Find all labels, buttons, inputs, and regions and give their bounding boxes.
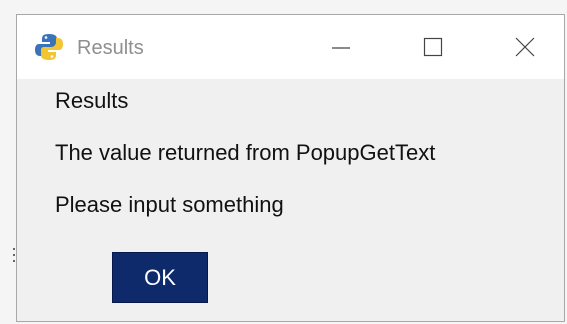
resize-grip xyxy=(13,248,15,262)
message-text: The value returned from PopupGetText xyxy=(55,140,436,165)
results-heading: Results xyxy=(55,88,129,113)
title-bar[interactable]: Results xyxy=(17,15,564,79)
minimize-button[interactable] xyxy=(313,15,369,79)
ok-button[interactable]: OK xyxy=(112,252,208,303)
python-icon xyxy=(34,32,64,62)
close-icon xyxy=(515,37,535,57)
minimize-icon xyxy=(332,47,350,49)
returned-value-text: Please input something xyxy=(55,192,284,217)
results-dialog: Results xyxy=(16,14,565,322)
window-title: Results xyxy=(77,37,144,59)
close-button[interactable] xyxy=(497,15,553,79)
maximize-button[interactable] xyxy=(405,15,461,79)
maximize-icon xyxy=(423,37,443,57)
